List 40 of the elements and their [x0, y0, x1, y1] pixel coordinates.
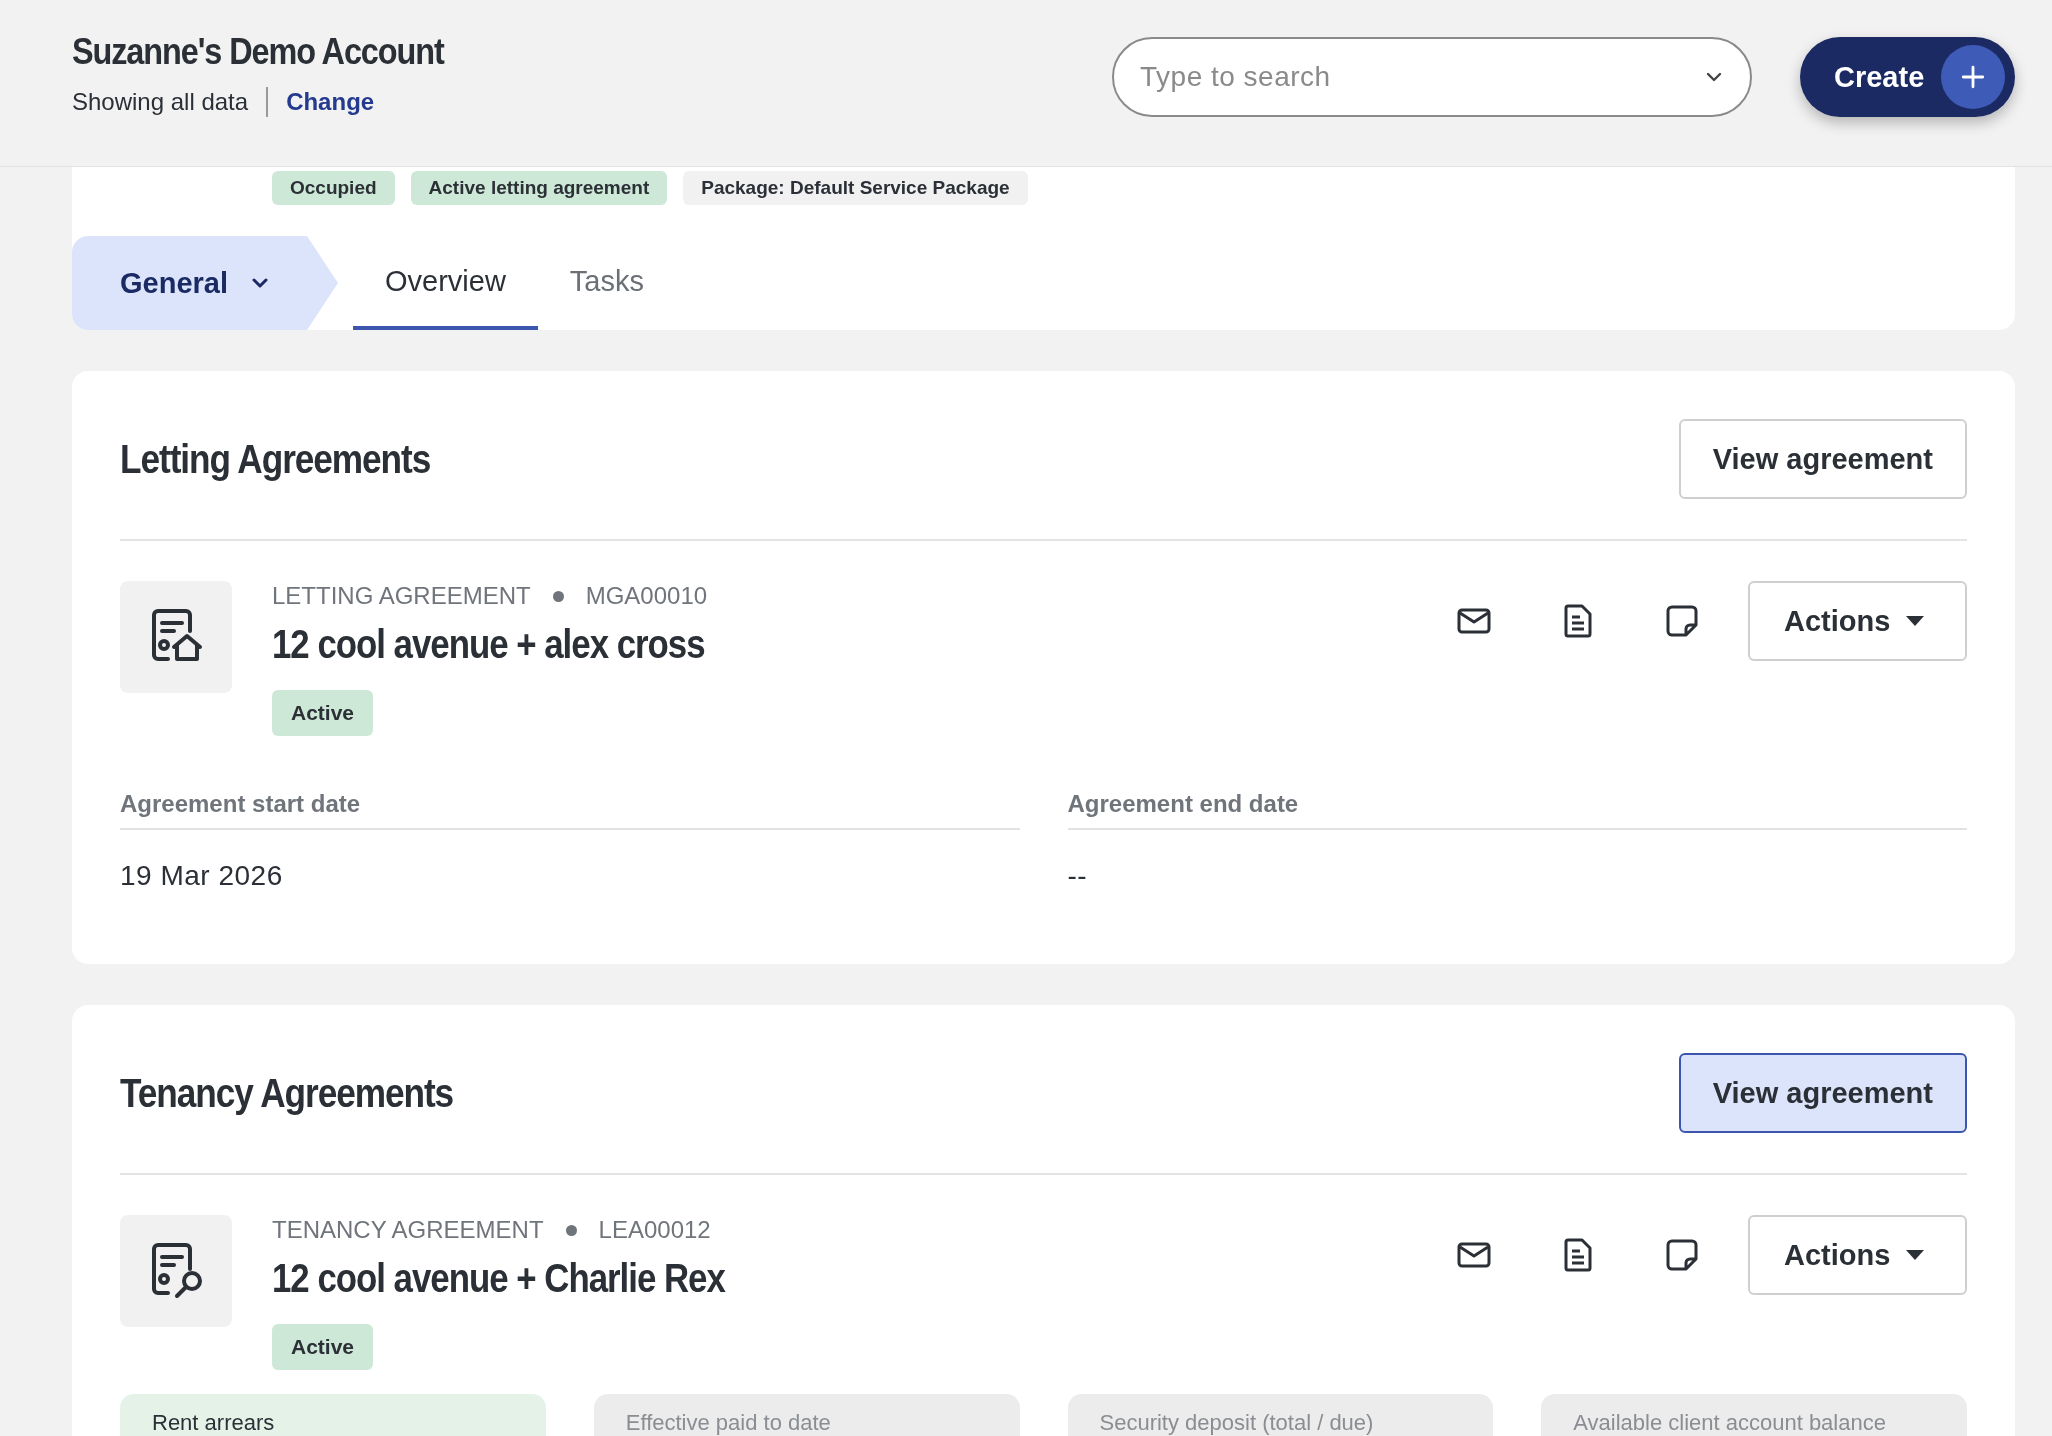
view-agreement-button[interactable]: View agreement — [1678, 419, 1967, 499]
key-document-icon — [120, 1215, 232, 1327]
stat-label: Security deposit (total / due) — [1099, 1410, 1374, 1435]
agreement-title: 12 cool avenue + alex cross — [272, 621, 705, 668]
stat-label: Effective paid to date — [625, 1410, 831, 1435]
plus-icon — [1941, 45, 2005, 109]
create-button[interactable]: Create — [1800, 37, 2015, 117]
section-menu[interactable]: General — [72, 236, 338, 330]
status-tag: Active — [272, 1324, 374, 1370]
stat-label: Available client account balance — [1573, 1410, 1886, 1435]
status-tag: Active letting agreement — [410, 171, 668, 205]
field-value: 19 Mar 2026 — [120, 860, 284, 892]
field-label: Agreement start date — [120, 790, 1020, 830]
search-field[interactable]: Type to search — [1112, 37, 1752, 117]
house-document-icon — [120, 581, 232, 693]
status-tag: Package: Default Service Package — [683, 171, 1028, 205]
actions-button[interactable]: Actions — [1748, 581, 1967, 661]
stat-label: Rent arrears — [152, 1410, 275, 1435]
change-link[interactable]: Change — [286, 88, 375, 116]
actions-button[interactable]: Actions — [1748, 1215, 1967, 1295]
agreement-reference: LEA00012 — [598, 1216, 711, 1244]
field-label: Agreement end date — [1067, 790, 1967, 830]
view-agreement-button[interactable]: View agreement — [1678, 1053, 1967, 1133]
agreement-type: LETTING AGREEMENT — [272, 582, 531, 610]
data-scope-text: Showing all data — [72, 88, 249, 116]
caret-icon — [1905, 1249, 1925, 1261]
dot-separator — [552, 590, 564, 602]
tab[interactable]: Overview — [353, 236, 538, 330]
section-title: Letting Agreements — [120, 436, 431, 482]
section-title: Tenancy Agreements — [120, 1070, 454, 1116]
agreement-type: TENANCY AGREEMENT — [272, 1216, 544, 1244]
field-value: -- — [1067, 860, 1089, 892]
status-tag: Active — [272, 690, 374, 736]
account-title: Suzanne's Demo Account — [72, 31, 444, 73]
dot-separator — [565, 1224, 577, 1236]
caret-icon — [1905, 615, 1925, 627]
agreement-reference: MGA00010 — [585, 582, 708, 610]
status-tag: Occupied — [272, 171, 395, 205]
tab[interactable]: Tasks — [537, 236, 676, 330]
agreement-title: 12 cool avenue + Charlie Rex — [272, 1255, 725, 1302]
